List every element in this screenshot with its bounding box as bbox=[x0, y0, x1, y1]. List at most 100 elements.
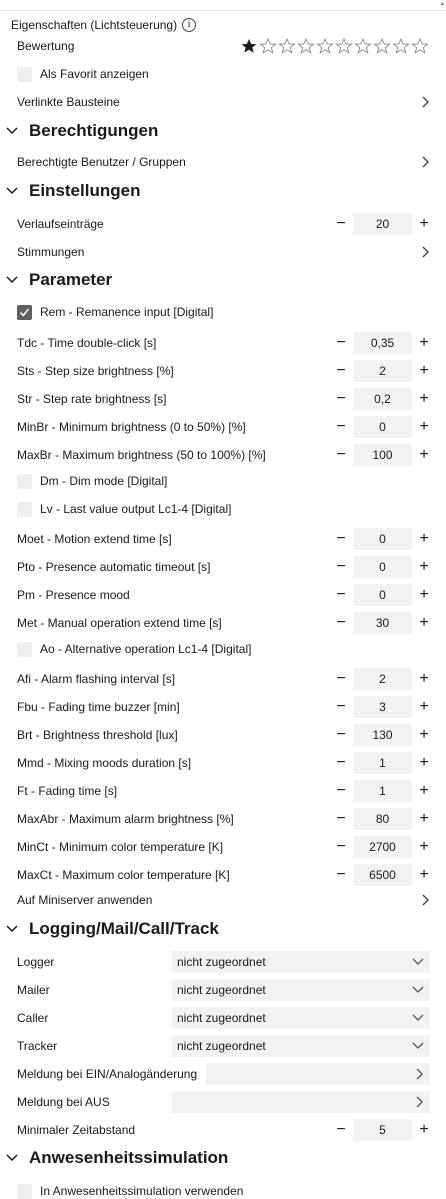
chevron-down-icon[interactable] bbox=[6, 125, 18, 137]
tdc-value[interactable]: 0,35 bbox=[353, 332, 412, 354]
msg-off-field[interactable] bbox=[172, 1091, 430, 1113]
presence-use-checkbox[interactable] bbox=[17, 1183, 32, 1199]
increment-button[interactable]: + bbox=[417, 558, 431, 575]
decrement-button[interactable]: − bbox=[334, 418, 348, 435]
maxabr-value[interactable]: 80 bbox=[353, 808, 412, 830]
star-empty-icon[interactable] bbox=[278, 38, 296, 54]
decrement-button[interactable]: − bbox=[334, 530, 348, 547]
increment-button[interactable]: + bbox=[417, 334, 431, 351]
chevron-down-icon[interactable] bbox=[6, 923, 18, 935]
chevron-down-icon[interactable] bbox=[6, 274, 18, 286]
presence-use-row[interactable]: In Anwesenheitssimulation verwenden bbox=[0, 1183, 446, 1199]
increment-button[interactable]: + bbox=[417, 614, 431, 631]
mmd-value[interactable]: 1 bbox=[353, 752, 412, 774]
section-permissions[interactable]: Berechtigungen bbox=[0, 120, 446, 142]
section-logging[interactable]: Logging/Mail/Call/Track bbox=[0, 918, 446, 940]
increment-button[interactable]: + bbox=[417, 670, 431, 687]
maxbr-value[interactable]: 100 bbox=[353, 444, 412, 466]
chevron-right-icon[interactable] bbox=[422, 156, 430, 168]
section-presence[interactable]: Anwesenheitssimulation bbox=[0, 1147, 446, 1169]
linked-blocks-row[interactable]: Verlinkte Bausteine bbox=[0, 93, 446, 111]
increment-button[interactable]: + bbox=[417, 215, 431, 232]
moet-value[interactable]: 0 bbox=[353, 528, 412, 550]
increment-button[interactable]: + bbox=[417, 838, 431, 855]
section-parameters[interactable]: Parameter bbox=[0, 269, 446, 291]
star-empty-icon[interactable] bbox=[354, 38, 372, 54]
chevron-down-icon[interactable] bbox=[6, 185, 18, 197]
minbr-value[interactable]: 0 bbox=[353, 416, 412, 438]
section-settings[interactable]: Einstellungen bbox=[0, 180, 446, 202]
rem-checkbox[interactable] bbox=[17, 304, 32, 320]
decrement-button[interactable]: − bbox=[334, 838, 348, 855]
star-empty-icon[interactable] bbox=[259, 38, 277, 54]
minct-value[interactable]: 2700 bbox=[353, 836, 412, 858]
dm-checkbox[interactable] bbox=[17, 473, 32, 489]
ao-checkbox[interactable] bbox=[17, 641, 32, 657]
permitted-users-row[interactable]: Berechtigte Benutzer / Gruppen bbox=[0, 153, 446, 171]
lv-checkbox[interactable] bbox=[17, 501, 32, 517]
increment-button[interactable]: + bbox=[417, 810, 431, 827]
increment-button[interactable]: + bbox=[417, 362, 431, 379]
decrement-button[interactable]: − bbox=[334, 390, 348, 407]
increment-button[interactable]: + bbox=[417, 446, 431, 463]
dm-row[interactable]: Dm - Dim mode [Digital] bbox=[0, 473, 446, 489]
chevron-right-icon[interactable] bbox=[422, 96, 430, 108]
apply-miniserver-row[interactable]: Auf Miniserver anwenden bbox=[0, 891, 446, 909]
tracker-select[interactable]: nicht zugeordnet bbox=[172, 1035, 430, 1057]
mailer-select[interactable]: nicht zugeordnet bbox=[172, 979, 430, 1001]
star-empty-icon[interactable] bbox=[316, 38, 334, 54]
increment-button[interactable]: + bbox=[417, 1121, 431, 1138]
increment-button[interactable]: + bbox=[417, 866, 431, 883]
decrement-button[interactable]: − bbox=[334, 362, 348, 379]
decrement-button[interactable]: − bbox=[334, 726, 348, 743]
increment-button[interactable]: + bbox=[417, 726, 431, 743]
decrement-button[interactable]: − bbox=[334, 586, 348, 603]
chevron-right-icon[interactable] bbox=[422, 894, 430, 906]
decrement-button[interactable]: − bbox=[334, 754, 348, 771]
lv-row[interactable]: Lv - Last value output Lc1-4 [Digital] bbox=[0, 501, 446, 517]
fbu-value[interactable]: 3 bbox=[353, 696, 412, 718]
decrement-button[interactable]: − bbox=[334, 215, 348, 232]
rating-stars[interactable] bbox=[240, 38, 429, 54]
min-interval-value[interactable]: 5 bbox=[353, 1119, 412, 1141]
chevron-down-icon[interactable] bbox=[6, 1152, 18, 1164]
logger-select[interactable]: nicht zugeordnet bbox=[172, 951, 430, 973]
star-empty-icon[interactable] bbox=[373, 38, 391, 54]
rem-row[interactable]: Rem - Remanence input [Digital] bbox=[0, 304, 446, 320]
afi-value[interactable]: 2 bbox=[353, 668, 412, 690]
decrement-button[interactable]: − bbox=[334, 446, 348, 463]
star-filled-icon[interactable] bbox=[240, 38, 258, 54]
favorite-row[interactable]: Als Favorit anzeigen bbox=[0, 66, 446, 82]
maxct-value[interactable]: 6500 bbox=[353, 864, 412, 886]
star-empty-icon[interactable] bbox=[335, 38, 353, 54]
caller-select[interactable]: nicht zugeordnet bbox=[172, 1007, 430, 1029]
decrement-button[interactable]: − bbox=[334, 614, 348, 631]
decrement-button[interactable]: − bbox=[334, 810, 348, 827]
sts-value[interactable]: 2 bbox=[353, 360, 412, 382]
brt-value[interactable]: 130 bbox=[353, 724, 412, 746]
decrement-button[interactable]: − bbox=[334, 698, 348, 715]
pto-value[interactable]: 0 bbox=[353, 556, 412, 578]
decrement-button[interactable]: − bbox=[334, 558, 348, 575]
chevron-right-icon[interactable] bbox=[422, 246, 430, 258]
increment-button[interactable]: + bbox=[417, 754, 431, 771]
history-value[interactable]: 20 bbox=[353, 213, 412, 235]
decrement-button[interactable]: − bbox=[334, 866, 348, 883]
pm-value[interactable]: 0 bbox=[353, 584, 412, 606]
ft-value[interactable]: 1 bbox=[353, 780, 412, 802]
star-empty-icon[interactable] bbox=[411, 38, 429, 54]
increment-button[interactable]: + bbox=[417, 390, 431, 407]
ao-row[interactable]: Ao - Alternative operation Lc1-4 [Digita… bbox=[0, 641, 446, 657]
decrement-button[interactable]: − bbox=[334, 782, 348, 799]
decrement-button[interactable]: − bbox=[334, 670, 348, 687]
star-empty-icon[interactable] bbox=[392, 38, 410, 54]
info-icon[interactable]: i bbox=[182, 18, 197, 32]
increment-button[interactable]: + bbox=[417, 418, 431, 435]
str-value[interactable]: 0,2 bbox=[353, 388, 412, 410]
increment-button[interactable]: + bbox=[417, 698, 431, 715]
increment-button[interactable]: + bbox=[417, 586, 431, 603]
decrement-button[interactable]: − bbox=[334, 1121, 348, 1138]
increment-button[interactable]: + bbox=[417, 530, 431, 547]
decrement-button[interactable]: − bbox=[334, 334, 348, 351]
star-empty-icon[interactable] bbox=[297, 38, 315, 54]
